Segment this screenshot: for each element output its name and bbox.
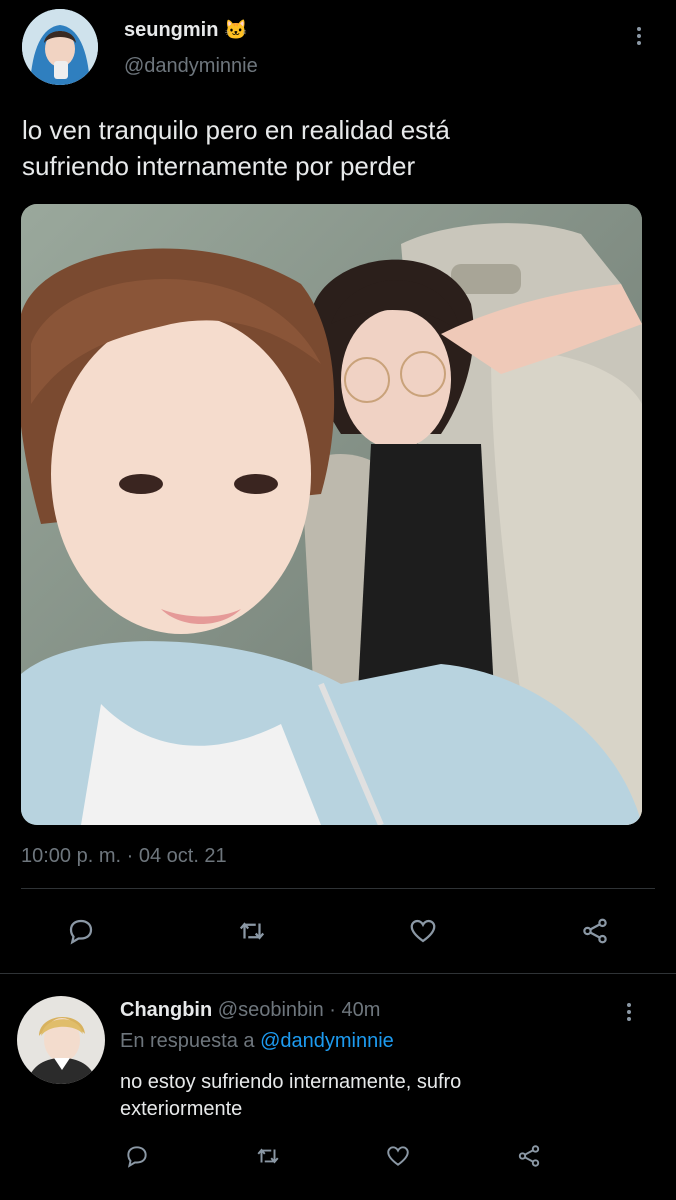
tweet-timestamp[interactable]: 10:00 p. m. · 04 oct. 21 xyxy=(21,845,227,868)
like-icon xyxy=(387,1146,409,1166)
reply-author-handle[interactable]: @seobinbin xyxy=(218,999,324,1021)
reply-more-options-icon[interactable] xyxy=(626,1003,632,1021)
share-icon xyxy=(518,1145,540,1167)
reply-button[interactable] xyxy=(63,913,99,949)
author-name-text: seungmin xyxy=(124,19,219,41)
reply-like-button[interactable] xyxy=(382,1140,414,1172)
like-button[interactable] xyxy=(405,913,441,949)
reply-header: Changbin @seobinbin · 40m xyxy=(120,999,380,1022)
reply-retweet-button[interactable] xyxy=(252,1140,284,1172)
divider xyxy=(21,888,655,889)
author-avatar[interactable] xyxy=(22,9,98,85)
reply-icon xyxy=(127,1146,147,1168)
tweet-text-line-2: sufriendo internamente por perder xyxy=(22,151,416,181)
tweet-photo[interactable] xyxy=(21,204,642,825)
reply-text-line-2: exteriormente xyxy=(120,1098,243,1120)
reply-reply-button[interactable] xyxy=(121,1140,153,1172)
replying-to: En respuesta a @dandyminnie xyxy=(120,1030,394,1053)
retweet-button[interactable] xyxy=(234,913,270,949)
replying-to-mention[interactable]: @dandyminnie xyxy=(260,1030,394,1052)
author-handle[interactable]: @dandyminnie xyxy=(124,55,258,78)
reply-author-avatar[interactable] xyxy=(17,996,105,1084)
more-options-icon[interactable] xyxy=(636,27,642,45)
like-icon xyxy=(410,919,436,943)
reply-text-line-1: no estoy sufriendo internamente, sufro xyxy=(120,1071,462,1093)
reply-icon xyxy=(69,919,93,945)
reply-share-button[interactable] xyxy=(513,1140,545,1172)
retweet-icon xyxy=(257,1148,279,1164)
tweet-text-line-1: lo ven tranquilo pero en realidad está xyxy=(22,115,450,145)
reply-author-name[interactable]: Changbin xyxy=(120,999,212,1021)
share-icon xyxy=(583,918,607,944)
share-button[interactable] xyxy=(577,913,613,949)
replying-to-prefix: En respuesta a xyxy=(120,1030,255,1052)
divider xyxy=(0,973,676,974)
tweet-text: lo ven tranquilo pero en realidad está s… xyxy=(22,112,450,184)
author-display-name[interactable]: seungmin 🐱 xyxy=(124,18,248,42)
name-emoji: 🐱 xyxy=(224,20,248,41)
retweet-icon xyxy=(239,922,265,940)
reply-text: no estoy sufriendo internamente, sufro e… xyxy=(120,1069,461,1123)
reply-time[interactable]: · 40m xyxy=(329,999,380,1021)
